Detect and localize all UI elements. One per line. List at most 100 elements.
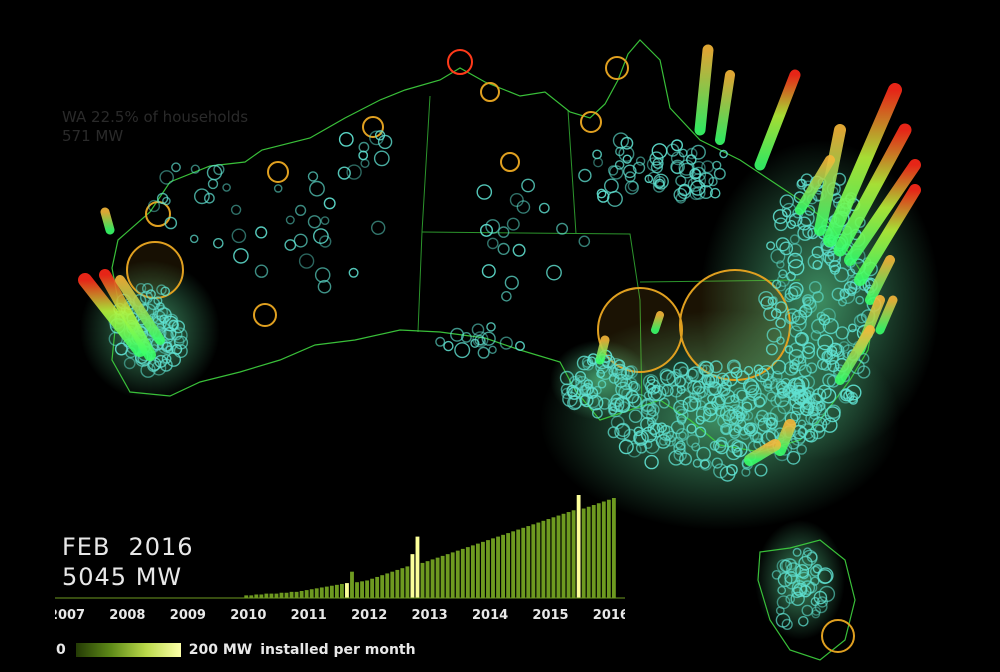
legend-min: 0 (56, 642, 66, 658)
site-ring (592, 149, 602, 160)
chart-bar (420, 562, 425, 598)
site-ring (231, 228, 247, 244)
site-ring (295, 204, 307, 217)
legend-caption: installed per month (260, 642, 416, 658)
chart-bar (400, 568, 405, 598)
site-ring (509, 192, 524, 207)
chart-bar (460, 548, 465, 598)
chart-bar (410, 554, 415, 598)
chart-bar (475, 543, 480, 598)
chart-bar (425, 561, 430, 598)
chart-bar (294, 591, 299, 598)
site-ring (454, 342, 471, 359)
chart-bar (314, 588, 319, 598)
site-ring (307, 215, 322, 229)
site-ring (348, 267, 359, 278)
site-ring (506, 217, 520, 231)
site-ring (499, 336, 513, 350)
chart-bar (390, 571, 395, 598)
chart-x-tick-label: 2016 (593, 608, 625, 623)
chart-bar (541, 520, 546, 598)
chart-bar (319, 587, 324, 598)
chart-bar (360, 581, 364, 598)
chart-bar (601, 501, 606, 598)
site-ring (377, 134, 393, 150)
chart-bar (581, 508, 586, 598)
chart-bar (340, 583, 344, 598)
site-ring (477, 346, 490, 359)
chart-bar (264, 593, 269, 598)
chart-bar (561, 513, 566, 598)
chart-bar (284, 592, 289, 598)
site-ring (193, 188, 210, 205)
site-ring (189, 234, 199, 244)
site-ring (488, 345, 497, 354)
chart-bar (329, 585, 334, 598)
chart-bar (496, 536, 500, 598)
chart-bar (606, 499, 611, 598)
site-ring (624, 180, 640, 195)
site-ring (504, 275, 519, 290)
site-ring (212, 237, 224, 249)
chart-x-tick-label: 2007 (55, 608, 85, 623)
chart-bar (254, 594, 259, 598)
chart-bar (536, 522, 541, 598)
chart-bar (465, 547, 470, 598)
site-ring (486, 322, 496, 332)
site-ring (486, 237, 499, 250)
chart-bar (375, 576, 380, 598)
chart-bar (591, 505, 596, 598)
site-ring (233, 248, 249, 264)
chart-bar (576, 495, 581, 598)
site-ring (360, 158, 370, 169)
chart-bar (350, 571, 354, 598)
site-ring (538, 202, 550, 214)
chart-x-axis: 2007 2008 2009 2010 2011 2012 2013 2014 2015 2016 (55, 608, 625, 623)
site-ring (713, 167, 726, 180)
site-ring (309, 180, 325, 197)
site-ring (651, 143, 668, 159)
chart-bar (511, 531, 516, 598)
site-ring (159, 170, 174, 185)
site-ring (497, 226, 510, 238)
chart-bar (415, 536, 420, 598)
chart-bar (370, 578, 375, 598)
state-summary: WA 22.5% of households 571 MW (62, 108, 248, 146)
chart-bars (244, 495, 616, 598)
legend-max: 200 MW (188, 642, 253, 658)
chart-bar (274, 593, 279, 598)
chart-bar (259, 594, 264, 598)
site-ring (207, 178, 219, 190)
chart-bar (516, 529, 521, 598)
chart-x-tick-label: 2012 (351, 608, 387, 623)
site-ring (171, 162, 181, 173)
chart-x-tick-label: 2010 (230, 608, 266, 623)
legend-gradient (75, 643, 181, 657)
chart-bar (491, 538, 495, 598)
site-ring (284, 239, 297, 251)
site-ring (230, 204, 242, 216)
site-ring (307, 171, 319, 182)
site-ring (612, 132, 630, 149)
chart-bar (450, 552, 455, 598)
site-ring (635, 156, 646, 166)
site-ring (435, 336, 446, 347)
monthly-install-chart: 2007 2008 2009 2010 2011 2012 2013 2014 2015 2016 (55, 495, 625, 623)
site-ring (371, 220, 386, 236)
chart-bar (355, 582, 359, 598)
chart-bar (551, 517, 556, 598)
chart-bar (324, 586, 329, 598)
site-ring (578, 168, 592, 183)
site-ring (471, 323, 485, 337)
chart-bar (470, 545, 475, 598)
chart-bar (395, 569, 400, 598)
site-ring (285, 215, 295, 225)
site-ring (476, 184, 493, 200)
site-ring (521, 178, 535, 193)
site-ring (443, 340, 454, 352)
chart-bar (334, 584, 339, 598)
site-ring (481, 264, 496, 279)
chart-bar (299, 590, 304, 598)
chart-bar (586, 506, 591, 598)
site-ring (298, 253, 315, 269)
